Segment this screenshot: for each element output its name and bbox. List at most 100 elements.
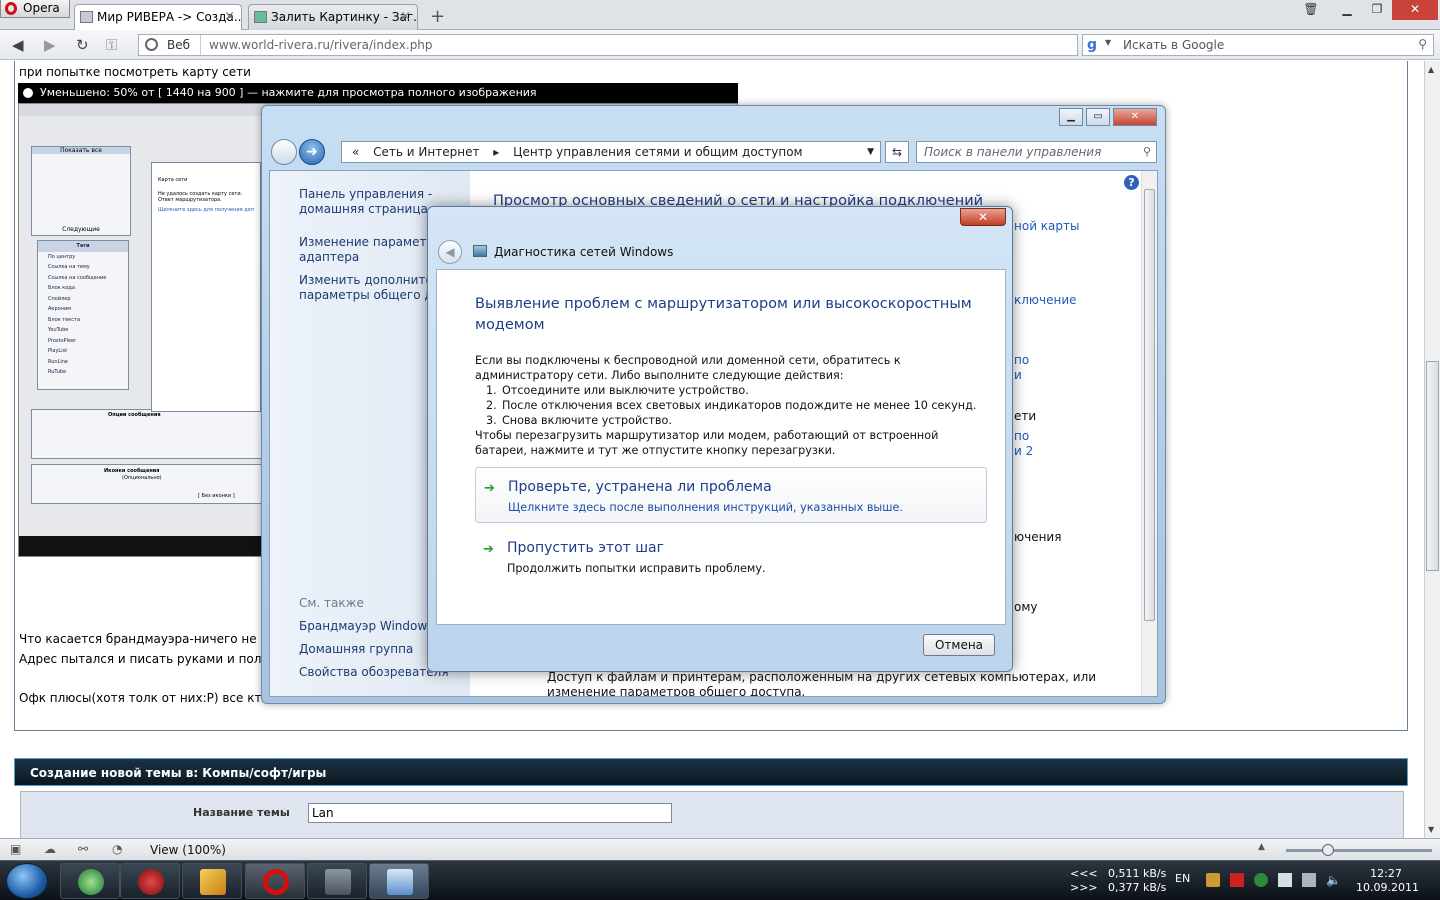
new-tab-button[interactable]: +	[430, 6, 445, 27]
volume-icon[interactable]: 🔈	[1326, 873, 1341, 887]
skip-step-option[interactable]: ➔ Пропустить этот шаг Продолжить попытки…	[475, 529, 987, 585]
thumb-tags-title: Теги	[38, 241, 128, 252]
cp-close-button[interactable]: ✕	[1113, 108, 1157, 126]
restore-button[interactable]: ❐	[1362, 0, 1392, 20]
cp-link-sharing[interactable]: Изменить дополнитель параметры общего дос	[299, 273, 448, 303]
scroll-up-icon[interactable]: ▲	[1428, 65, 1434, 74]
tray-utorrent-icon[interactable]	[1254, 873, 1268, 887]
page-scrollbar[interactable]: ▲ ▼	[1424, 61, 1440, 838]
clock[interactable]: 12:27 10.09.2011	[1356, 867, 1419, 895]
dialog-back-button[interactable]: ◀	[438, 240, 462, 264]
google-search-input[interactable]: Искать в Google	[1123, 35, 1224, 55]
cp-refresh-icon[interactable]: ⇆	[885, 141, 909, 163]
thumb-tag: По центру	[48, 253, 76, 260]
cp-address-bar[interactable]: « Сеть и Интернет ▸ Центр управления сет…	[341, 141, 881, 163]
help-icon[interactable]: ?	[1124, 175, 1139, 190]
tab-close-icon[interactable]: ×	[224, 5, 235, 29]
address-mode[interactable]: Веб	[139, 35, 201, 55]
cp-back-button[interactable]	[271, 139, 297, 165]
dialog-step-text: Снова включите устройство.	[502, 414, 672, 427]
taskbar-app-opera[interactable]	[245, 863, 305, 899]
cp-scrollbar-thumb[interactable]	[1144, 189, 1155, 621]
cp-link-fragment[interactable]: и 2	[1014, 444, 1033, 458]
tab-upload-image[interactable]: Залить Картинку - Заг... ×	[248, 4, 418, 30]
address-bar[interactable]: Веб www.world-rivera.ru/rivera/index.php	[138, 34, 1078, 56]
thumb-map-error: Не удалось создать карту сети. Ответ мар…	[158, 191, 243, 203]
cloud-icon[interactable]: ☁	[44, 842, 56, 856]
taskbar-app-monitor[interactable]	[307, 863, 367, 899]
cp-forward-button[interactable]: ➜	[299, 139, 325, 165]
tray-flag-icon[interactable]	[1278, 873, 1292, 887]
cp-scrollbar[interactable]	[1141, 171, 1157, 696]
cp-link-line: Изменить дополнитель	[299, 273, 448, 287]
zoom-slider-knob[interactable]	[1322, 844, 1334, 856]
clock-time: 12:27	[1370, 867, 1402, 880]
taskbar-app-network[interactable]	[369, 863, 429, 899]
tray-app-icon[interactable]	[1206, 873, 1220, 887]
close-button[interactable]: ✕	[1392, 0, 1438, 20]
thumb-tags-pane: Теги По центру Ссылка на тему Ссылка на …	[37, 240, 129, 390]
input-language[interactable]: EN	[1175, 872, 1190, 885]
breadcrumb-item[interactable]: Центр управления сетями и общим доступом	[513, 145, 802, 159]
lightning-icon	[200, 869, 226, 895]
scrollbar-thumb[interactable]	[1426, 361, 1439, 571]
cp-link-firewall[interactable]: Брандмауэр Windows	[299, 619, 433, 634]
key-icon[interactable]: ⚿	[106, 36, 117, 54]
globe-icon	[78, 869, 104, 895]
panel-toggle-icon[interactable]: ▣	[10, 842, 21, 856]
reload-icon[interactable]: ↻	[76, 36, 89, 54]
tray-antivirus-icon[interactable]	[1230, 873, 1244, 887]
share-icon[interactable]: ⚯	[78, 842, 88, 856]
google-search-field[interactable]: g ▼ Искать в Google ⚲	[1082, 34, 1434, 56]
taskbar-app-antivirus[interactable]	[120, 863, 180, 899]
cp-link-fragment[interactable]: по	[1014, 353, 1029, 367]
zoom-label[interactable]: View (100%)	[150, 843, 226, 857]
tray-network-icon[interactable]	[1302, 873, 1316, 887]
thumb-tag: Ссылка на тему	[48, 264, 90, 270]
diagnostics-dialog: ✕ ◀ Диагностика сетей Windows Выявление …	[427, 206, 1013, 672]
check-problem-option[interactable]: ➔ Проверьте, устранена ли проблема Щелкн…	[475, 467, 987, 523]
cp-link-fragment[interactable]: по	[1014, 429, 1029, 443]
cp-link-fragment[interactable]: и	[1014, 368, 1022, 382]
address-url[interactable]: www.world-rivera.ru/rivera/index.php	[209, 35, 433, 55]
chevron-up-icon[interactable]: ▲	[1258, 842, 1265, 852]
cp-link-fragment[interactable]: ключение	[1014, 293, 1077, 307]
tab-label: Залить Картинку - Заг...	[271, 10, 418, 24]
cp-search-input[interactable]: Поиск в панели управления ⚲	[916, 141, 1157, 163]
topic-title-input[interactable]: Lan	[308, 803, 672, 823]
cp-minimize-button[interactable]: ▁	[1059, 108, 1083, 126]
scroll-down-icon[interactable]: ▼	[1428, 825, 1434, 834]
post-text: Адрес пытался и писать руками и пол	[19, 652, 262, 666]
speed-dial-icon[interactable]: ◔	[112, 842, 122, 856]
trash-icon[interactable]: 🗑	[1296, 0, 1326, 20]
thumb-tag: Спойлер	[48, 295, 71, 302]
zoom-slider[interactable]	[1286, 849, 1432, 852]
opera-menu-button[interactable]: Opera	[0, 0, 70, 18]
taskbar-app-globe[interactable]	[60, 863, 120, 899]
cp-link-fragment[interactable]: ной карты	[1014, 219, 1079, 233]
minimize-button[interactable]: ▁	[1332, 0, 1362, 20]
chevron-down-icon[interactable]: ▼	[1105, 38, 1111, 47]
thumbnail-caption[interactable]: Уменьшено: 50% от [ 1440 на 900 ] — нажм…	[18, 83, 738, 103]
cp-search-placeholder: Поиск в панели управления	[924, 145, 1102, 159]
search-icon[interactable]: ⚲	[1143, 142, 1151, 162]
cancel-button[interactable]: Отмена	[923, 634, 995, 656]
post-text: Что касается брандмауэра-ничего не	[19, 632, 257, 646]
cp-link-home[interactable]: Панель управления - домашняя страница	[299, 187, 432, 217]
cp-link-homegroup[interactable]: Домашняя группа	[299, 642, 413, 657]
dialog-close-button[interactable]: ✕	[960, 208, 1006, 226]
cp-maximize-button[interactable]: ▭	[1086, 108, 1110, 126]
tab-close-icon[interactable]: ×	[400, 5, 411, 29]
option-desc: Продолжить попытки исправить проблему.	[507, 562, 766, 575]
thumb-no-icon: [ Без иконки ]	[198, 493, 235, 499]
start-button[interactable]	[6, 863, 48, 899]
thumb-network-window: Карта сети Не удалось создать карту сети…	[151, 162, 261, 412]
forward-icon[interactable]: ▶	[44, 36, 56, 54]
back-icon[interactable]: ◀	[12, 36, 24, 54]
taskbar-app-winamp[interactable]	[182, 863, 242, 899]
breadcrumb-separator-icon: ▸	[493, 145, 500, 159]
search-icon[interactable]: ⚲	[1418, 37, 1427, 51]
tab-rivera[interactable]: Мир РИВЕРА -> Созда... ×	[74, 4, 242, 30]
chevron-down-icon[interactable]: ▼	[867, 142, 874, 162]
breadcrumb-item[interactable]: Сеть и Интернет	[373, 145, 479, 159]
